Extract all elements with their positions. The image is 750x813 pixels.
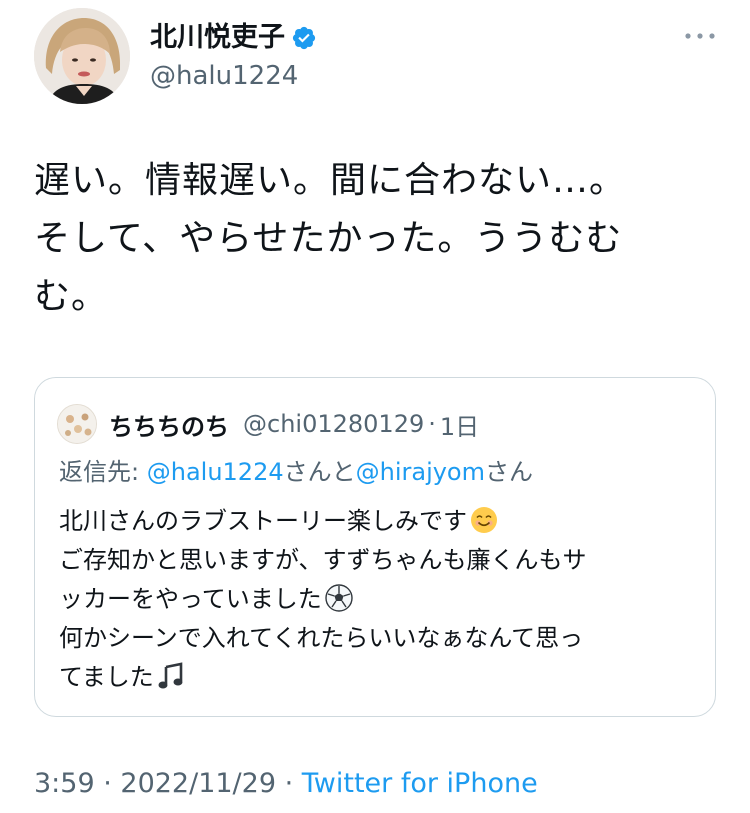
quoted-author-avatar[interactable]: [57, 404, 97, 444]
meta-separator: ·: [94, 768, 121, 799]
more-options-icon[interactable]: [680, 24, 720, 48]
smiling-face-icon: [469, 505, 499, 535]
tweet-text: 遅い。情報遅い。間に合わない…。 そして、やらせたかった。ううむむ む。: [34, 160, 627, 317]
reply-mention-halu1224[interactable]: @halu1224: [147, 458, 284, 486]
quoted-body-line: 何かシーンで入れてくれたらいいなぁなんて思っ: [59, 619, 699, 658]
quoted-tweet-card[interactable]: ちちちのち @chi01280129 · 1日 返信先: @halu1224さん…: [34, 377, 716, 717]
quoted-timestamp[interactable]: 1日: [440, 407, 479, 442]
quoted-username[interactable]: @chi01280129: [243, 410, 424, 438]
tweet-meta: 3:59 · 2022/11/29 · Twitter for iPhone: [34, 764, 538, 804]
quoted-body-text: 北川さんのラブストーリー楽しみです: [59, 507, 467, 535]
quoted-tweet-body: 北川さんのラブストーリー楽しみです ご存知かと思いますが、すずちゃんも廉くんもサ…: [59, 502, 699, 697]
reply-join: さんと: [283, 458, 356, 486]
reply-label: 返信先:: [59, 458, 140, 486]
quoted-body-line: てました: [59, 658, 699, 697]
author-display-name[interactable]: 北川悦吏子: [150, 18, 285, 58]
quoted-body-text: ご存知かと思いますが、すずちゃんも廉くんもサ: [59, 546, 587, 574]
quoted-body-text: てました: [59, 663, 154, 691]
verified-badge-icon: [291, 25, 317, 51]
quoted-body-text: ッカーをやっていました: [59, 585, 322, 613]
author-avatar[interactable]: [34, 8, 130, 104]
quoted-body-line: 北川さんのラブストーリー楽しみです: [59, 502, 699, 541]
meta-separator: ·: [276, 768, 302, 799]
quoted-body-line: ッカーをやっていました: [59, 580, 699, 619]
author-username[interactable]: @halu1224: [150, 58, 298, 94]
musical-notes-icon: [156, 661, 186, 691]
quoted-separator: ·: [428, 410, 436, 438]
reply-to-line: 返信先: @halu1224さんと@hirajyomさん: [59, 454, 533, 490]
reply-suffix: さん: [485, 458, 533, 486]
quoted-body-line: ご存知かと思いますが、すずちゃんも廉くんもサ: [59, 541, 699, 580]
tweet-detail: 北川悦吏子 @halu1224 遅い。情報遅い。間に合わない…。 そして、やらせ…: [0, 0, 750, 813]
quoted-tweet-header: ちちちのち @chi01280129 · 1日: [109, 404, 479, 444]
quoted-body-text: 何かシーンで入れてくれたらいいなぁなんて思っ: [59, 624, 584, 652]
tweet-time[interactable]: 3:59: [34, 768, 95, 799]
reply-mention-hirajyom[interactable]: @hirajyom: [356, 458, 485, 486]
tweet-source-link[interactable]: Twitter for iPhone: [302, 768, 538, 799]
quoted-display-name[interactable]: ちちちのち: [109, 407, 229, 442]
author-name-row[interactable]: 北川悦吏子: [150, 18, 317, 58]
soccer-ball-icon: [324, 583, 354, 613]
tweet-date[interactable]: 2022/11/29: [120, 768, 276, 799]
